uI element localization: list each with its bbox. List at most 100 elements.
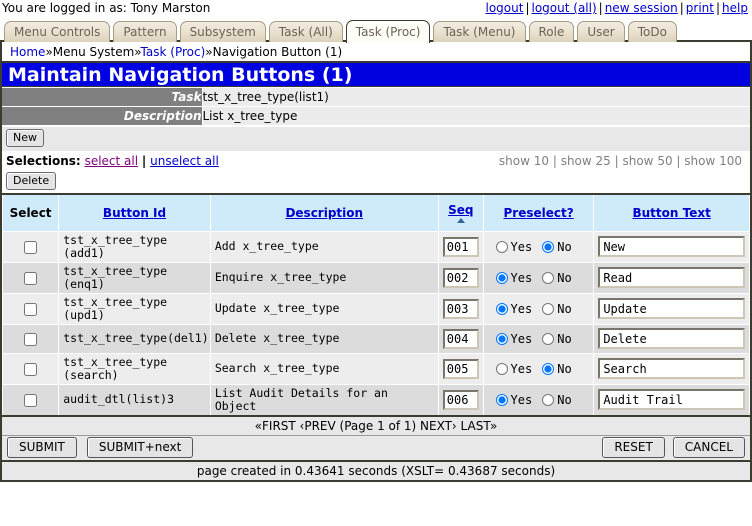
row-select-cell xyxy=(3,262,59,293)
tab-task-all[interactable]: Task (All) xyxy=(269,21,343,42)
new-session-link[interactable]: new session xyxy=(605,1,678,15)
tab-task-proc[interactable]: Task (Proc) xyxy=(346,20,431,43)
breadcrumb-home[interactable]: Home xyxy=(10,45,45,59)
breadcrumb: Home»Menu System»Task (Proc)»Navigation … xyxy=(0,42,752,63)
sort-ascending-icon xyxy=(457,218,465,223)
cell-button-id: tst_x_tree_type(upd1) xyxy=(59,293,211,324)
cell-seq xyxy=(438,293,483,324)
tab-pattern[interactable]: Pattern xyxy=(113,21,176,42)
column-header-button-text-link[interactable]: Button Text xyxy=(632,206,710,220)
show-25-link[interactable]: show 25 xyxy=(561,154,611,168)
selections-divider: | xyxy=(142,154,146,168)
print-link[interactable]: print xyxy=(686,1,714,15)
column-header-button-id[interactable]: Button Id xyxy=(59,194,211,232)
column-header-description-link[interactable]: Description xyxy=(285,206,363,220)
tab-bar: Menu Controls Pattern Subsystem Task (Al… xyxy=(0,16,752,42)
show-count-group: show 10 | show 25 | show 50 | show 100 xyxy=(499,154,746,168)
seq-input[interactable] xyxy=(443,329,479,349)
preselect-radio-no[interactable] xyxy=(542,363,554,375)
column-header-preselect[interactable]: Preselect? xyxy=(483,194,593,232)
preselect-radio-no[interactable] xyxy=(542,394,554,406)
table-row: tst_x_tree_type(upd1)Update x_tree_type Y… xyxy=(3,293,750,324)
tab-task-menu[interactable]: Task (Menu) xyxy=(433,21,525,42)
column-header-button-id-link[interactable]: Button Id xyxy=(103,206,166,220)
link-separator: | xyxy=(678,1,686,15)
preselect-radio-no[interactable] xyxy=(542,272,554,284)
button-text-input[interactable] xyxy=(598,358,745,379)
seq-input[interactable] xyxy=(443,237,479,257)
preselect-radio-yes[interactable] xyxy=(496,241,508,253)
delete-button[interactable]: Delete xyxy=(6,172,56,190)
cell-seq xyxy=(438,324,483,353)
cell-preselect: YesNo xyxy=(483,231,593,262)
selections-bar: Selections: select all | unselect all sh… xyxy=(2,151,750,171)
row-select-checkbox[interactable] xyxy=(24,333,37,346)
row-select-checkbox[interactable] xyxy=(24,241,37,254)
show-10-link[interactable]: show 10 xyxy=(499,154,549,168)
button-text-input[interactable] xyxy=(598,236,745,257)
seq-input[interactable] xyxy=(443,299,479,319)
seq-input[interactable] xyxy=(443,390,479,410)
row-select-checkbox[interactable] xyxy=(24,394,37,407)
tab-menu-controls[interactable]: Menu Controls xyxy=(4,21,110,42)
page-timing: page created in 0.43641 seconds (XSLT= 0… xyxy=(2,462,750,480)
action-bar-right: RESET CANCEL xyxy=(602,437,745,458)
preselect-label-yes: Yes xyxy=(511,362,533,376)
reset-button[interactable]: RESET xyxy=(602,437,664,458)
description-text: Enquire x_tree_type xyxy=(215,271,434,284)
new-button[interactable]: New xyxy=(6,129,44,147)
show-50-link[interactable]: show 50 xyxy=(622,154,672,168)
tab-user[interactable]: User xyxy=(577,21,624,42)
submit-button[interactable]: SUBMIT xyxy=(7,437,77,458)
seq-input[interactable] xyxy=(443,268,479,288)
column-header-seq-link[interactable]: Seq xyxy=(448,203,473,217)
breadcrumb-menu-system: Menu System xyxy=(53,45,135,59)
logout-link[interactable]: logout xyxy=(486,1,524,15)
row-select-checkbox[interactable] xyxy=(24,363,37,376)
cell-button-id: tst_x_tree_type(add1) xyxy=(59,231,211,262)
select-all-link[interactable]: select all xyxy=(85,154,139,168)
preselect-radio-yes[interactable] xyxy=(496,272,508,284)
button-text-input[interactable] xyxy=(598,328,745,349)
preselect-label-no: No xyxy=(557,240,571,254)
submit-next-button[interactable]: SUBMIT+next xyxy=(87,437,194,458)
preselect-radio-yes[interactable] xyxy=(496,333,508,345)
help-link[interactable]: help xyxy=(722,1,748,15)
cell-description: Update x_tree_type xyxy=(210,293,438,324)
button-id-text: tst_x_tree_type(search) xyxy=(63,356,206,382)
tab-todo[interactable]: ToDo xyxy=(628,21,677,42)
preselect-radio-yes[interactable] xyxy=(496,303,508,315)
column-header-description[interactable]: Description xyxy=(210,194,438,232)
preselect-label-no: No xyxy=(557,271,571,285)
preselect-radio-yes[interactable] xyxy=(496,363,508,375)
button-text-input[interactable] xyxy=(598,389,745,410)
preselect-radio-yes[interactable] xyxy=(496,394,508,406)
breadcrumb-task-proc[interactable]: Task (Proc) xyxy=(141,45,206,59)
preselect-label-yes: Yes xyxy=(511,332,533,346)
row-select-checkbox[interactable] xyxy=(24,303,37,316)
seq-input[interactable] xyxy=(443,359,479,379)
tab-subsystem[interactable]: Subsystem xyxy=(180,21,266,42)
description-text: List Audit Details for an Object xyxy=(215,387,434,413)
button-text-input[interactable] xyxy=(598,298,745,319)
logout-all-link[interactable]: logout (all) xyxy=(532,1,597,15)
column-header-button-text[interactable]: Button Text xyxy=(594,194,750,232)
row-select-cell xyxy=(3,384,59,416)
button-id-text: tst_x_tree_type(del1) xyxy=(63,332,206,345)
column-header-preselect-link[interactable]: Preselect? xyxy=(504,206,574,220)
breadcrumb-current: Navigation Button (1) xyxy=(213,45,343,59)
button-text-input[interactable] xyxy=(598,267,745,288)
preselect-label-yes: Yes xyxy=(511,302,533,316)
action-bar-left: SUBMIT SUBMIT+next xyxy=(7,437,193,458)
row-select-checkbox[interactable] xyxy=(24,272,37,285)
preselect-label-yes: Yes xyxy=(511,393,533,407)
unselect-all-link[interactable]: unselect all xyxy=(150,154,219,168)
show-100-link[interactable]: show 100 xyxy=(684,154,742,168)
preselect-radio-no[interactable] xyxy=(542,303,554,315)
tab-role[interactable]: Role xyxy=(529,21,575,42)
pager[interactable]: «FIRST ‹PREV (Page 1 of 1) NEXT› LAST» xyxy=(2,417,750,436)
preselect-radio-no[interactable] xyxy=(542,333,554,345)
cancel-button[interactable]: CANCEL xyxy=(673,437,745,458)
preselect-radio-no[interactable] xyxy=(542,241,554,253)
column-header-seq[interactable]: Seq xyxy=(438,194,483,232)
